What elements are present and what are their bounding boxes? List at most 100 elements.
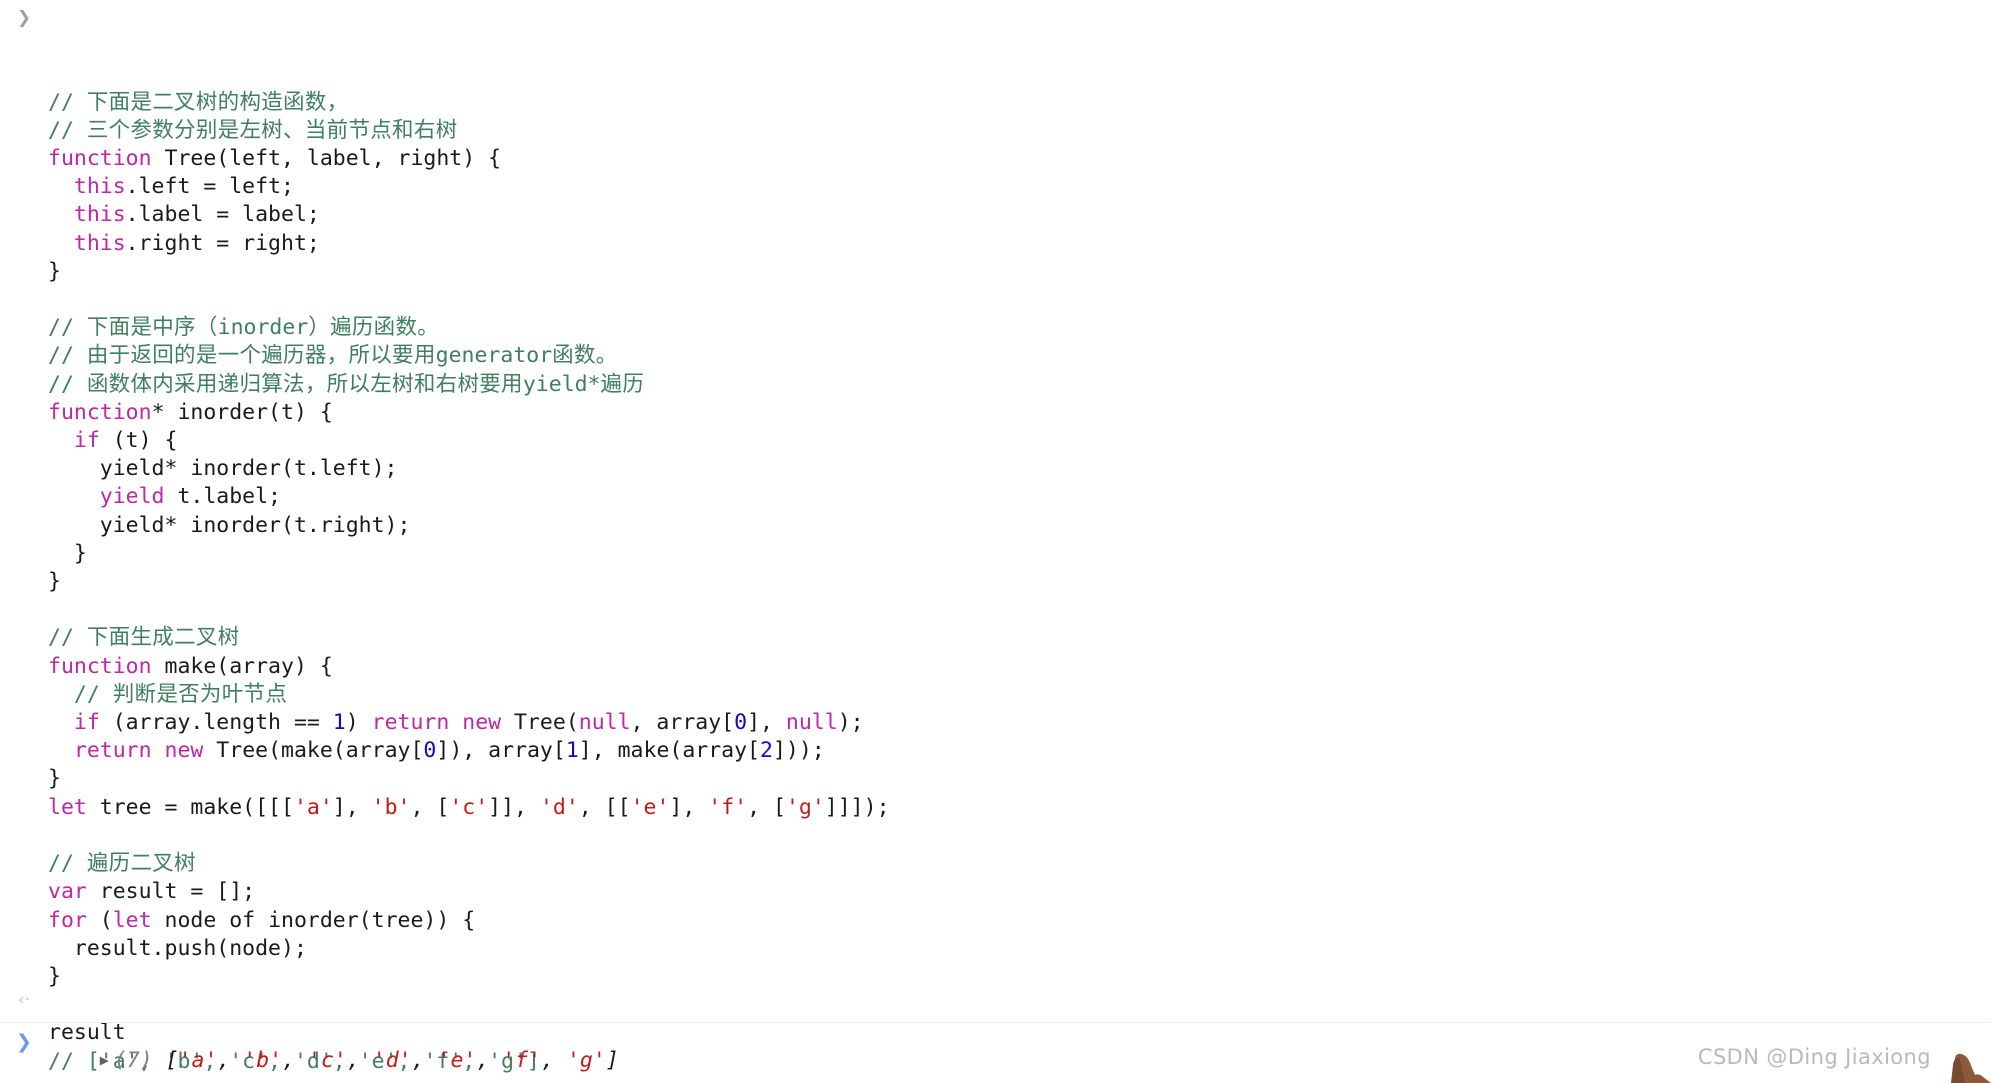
token-plain: result = []; [86, 879, 256, 905]
token-plain: ]], [488, 794, 540, 820]
token-comment: // [48, 315, 87, 341]
token-comment-cjk: 函数体内采用递归算法，所以左树和右树要用 [86, 371, 523, 397]
token-plain: Tree(left, label, right) { [151, 146, 502, 172]
token-number: 0 [734, 710, 748, 736]
token-plain: ], [747, 710, 786, 736]
token-plain: * inorder(t) { [151, 399, 333, 425]
token-number: 2 [760, 738, 773, 764]
csdn-watermark: CSDN @Ding Jiaxiong [1697, 1045, 1931, 1069]
token-plain: ( [86, 907, 113, 933]
token-string: 'b' [371, 794, 411, 820]
token-keyword: function [48, 146, 152, 172]
token-keyword: this [48, 174, 126, 200]
console-input-code[interactable]: // 下面是二叉树的构造函数，// 三个参数分别是左树、当前节点和右树 funct… [48, 89, 1991, 1076]
token-string: 'a' [293, 794, 333, 820]
token-plain: (array.length == [99, 710, 333, 736]
token-keyword: this [48, 230, 126, 256]
code-line: // 判断是否为叶节点 [48, 681, 1991, 709]
code-line: var result = []; [48, 878, 1991, 906]
token-keyword: null [578, 710, 631, 736]
token-comment-cjk: 三个参数分别是左树、当前节点和右树 [86, 117, 458, 143]
code-line: for (let node of inorder(tree)) { [48, 907, 1991, 935]
console-prompt-input[interactable] [48, 1026, 1748, 1056]
token-comment-cjk: 遍历 [600, 371, 645, 397]
code-line: let tree = make([[['a'], 'b', ['c']], 'd… [48, 794, 1991, 822]
token-plain: Tree(make(array[ [203, 738, 424, 764]
console-input-message[interactable]: ❯ // 下面是二叉树的构造函数，// 三个参数分别是左树、当前节点和右树 fun… [0, 4, 1991, 1083]
token-comment: // [48, 117, 87, 143]
token-comment: // [48, 371, 87, 397]
token-comment-cjk: 由于返回的是一个遍历器，所以要用 [86, 343, 436, 369]
token-comment: // [48, 89, 87, 115]
token-comment: // [48, 851, 87, 877]
token-plain: ]]]); [824, 794, 890, 820]
code-line: yield t.label; [48, 483, 1991, 511]
code-line: } [48, 765, 1991, 793]
token-comment-cjk: 下面是二叉树的构造函数， [86, 89, 349, 115]
code-line: function make(array) { [48, 653, 1991, 681]
token-string: 'c' [449, 794, 489, 820]
token-plain: .label = label; [125, 202, 320, 228]
token-comment-cjk: ）遍历函数。 [308, 315, 440, 341]
token-keyword: null [785, 710, 838, 736]
token-keyword: this [48, 202, 126, 228]
token-plain: , [ [410, 794, 450, 820]
token-comment-cjk: 遍历二叉树 [86, 851, 196, 877]
token-comment: // [48, 681, 113, 707]
code-line: // 下面是中序（inorder）遍历函数。 [48, 314, 1991, 342]
token-plain: result.push(node); [48, 935, 307, 961]
return-value-icon: ‹· [17, 990, 31, 1010]
token-comment: // [48, 625, 87, 651]
token-comment: inorder [217, 315, 309, 341]
token-plain: yield* inorder(t.right); [48, 512, 411, 538]
token-plain: yield* inorder(t.left); [48, 456, 398, 482]
console-prompt-row[interactable]: ❯ [0, 1026, 1991, 1066]
token-keyword: if [48, 710, 100, 736]
token-plain: ], make(array[ [578, 738, 760, 764]
token-plain: (t) { [99, 428, 178, 454]
token-keyword: return [371, 710, 450, 736]
token-string: 'e' [630, 794, 670, 820]
code-line: function Tree(left, label, right) { [48, 145, 1991, 173]
code-line: if (t) { [48, 427, 1991, 455]
code-line: if (array.length == 1) return new Tree(n… [48, 709, 1991, 737]
token-plain: ], [669, 794, 709, 820]
token-plain: make(array) { [151, 653, 333, 679]
chevron-right-icon: ❯ [16, 1031, 32, 1053]
code-line: } [48, 258, 1991, 286]
token-plain: ]), array[ [436, 738, 566, 764]
token-plain: } [48, 569, 61, 595]
code-line: // 下面是二叉树的构造函数， [48, 89, 1991, 117]
console-result-message[interactable]: ‹· ▶ (7) ['a', 'b', 'c', 'd', 'e', 'f', '… [0, 985, 1991, 1073]
token-plain: , [ [747, 794, 786, 820]
token-plain: node of inorder(tree)) { [151, 907, 476, 933]
chevron-right-prompt-icon: ❯ [16, 8, 32, 28]
token-plain: ); [837, 710, 864, 736]
code-line: result.push(node); [48, 935, 1991, 963]
token-keyword: new [164, 738, 204, 764]
code-line: } [48, 540, 1991, 568]
token-keyword: var [48, 879, 87, 905]
token-plain: Tree( [501, 710, 579, 736]
token-comment-cjk: 下面是中序（ [86, 315, 218, 341]
token-string: 'g' [785, 794, 825, 820]
code-line: // 三个参数分别是左树、当前节点和右树 [48, 117, 1991, 145]
token-plain: } [48, 766, 61, 792]
token-comment: yield* [522, 371, 601, 397]
token-comment-cjk: 下面生成二叉树 [86, 625, 240, 651]
code-line: this.label = label; [48, 201, 1991, 229]
code-line: function* inorder(t) { [48, 399, 1991, 427]
code-line: // 函数体内采用递归算法，所以左树和右树要用yield*遍历 [48, 371, 1991, 399]
token-plain: } [48, 540, 87, 566]
token-keyword: function [48, 399, 152, 425]
token-plain: , [[ [578, 794, 631, 820]
code-line: } [48, 568, 1991, 596]
token-keyword: return [48, 738, 152, 764]
token-number: 1 [565, 738, 579, 764]
token-comment-cjk: 函数。 [552, 343, 618, 369]
devtools-console-panel: ❯ // 下面是二叉树的构造函数，// 三个参数分别是左树、当前节点和右树 fun… [0, 0, 1991, 1083]
